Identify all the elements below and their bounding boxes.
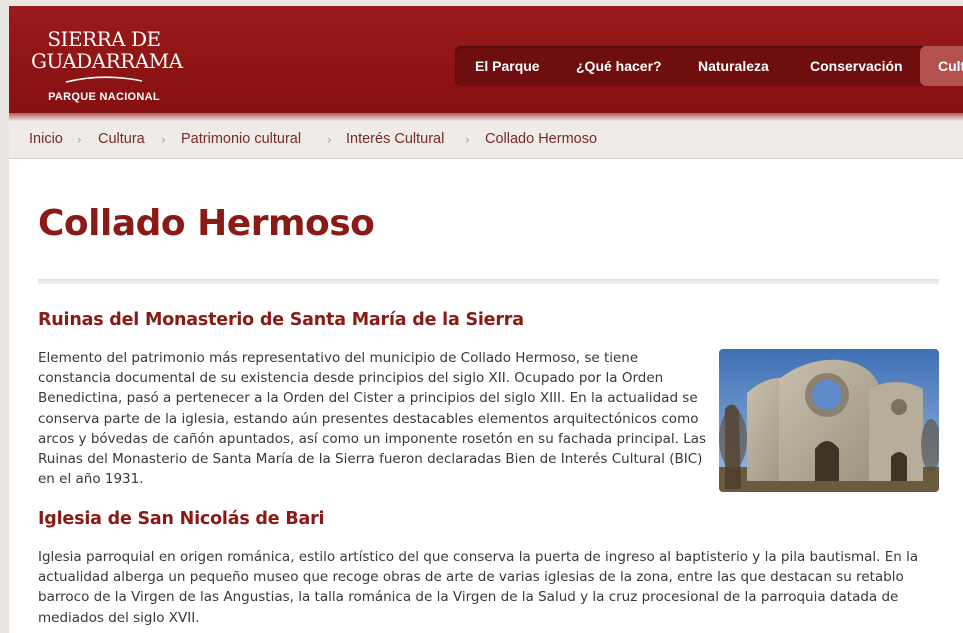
chevron-right-icon: › <box>77 133 82 147</box>
chevron-right-icon: › <box>465 133 470 147</box>
logo-line-1: SIERRA DE <box>47 27 161 51</box>
body-line: Benedictina, pasó a pertenecer a la Orde… <box>38 390 698 407</box>
monastery-ruins-photo[interactable] <box>719 349 939 492</box>
chevron-right-icon: › <box>161 133 166 147</box>
section-heading-monasterio: Ruinas del Monasterio de Santa María de … <box>38 310 524 330</box>
nav-naturaleza[interactable]: Naturaleza <box>698 46 769 86</box>
title-divider <box>38 279 939 284</box>
body-line: Ruinas del Monasterio de Santa María de … <box>38 451 703 468</box>
breadcrumb-patrimonio-cultural[interactable]: Patrimonio cultural <box>181 121 301 157</box>
breadcrumb-cultura[interactable]: Cultura <box>98 121 145 157</box>
body-line: arcos y bóvedas de cañón apuntados, así … <box>38 430 707 447</box>
body-line: constancia documental de su existencia d… <box>38 370 664 387</box>
body-line: actualidad alberga un pequeño museo que … <box>38 569 904 586</box>
main-nav: El Parque ¿Qué hacer? Naturaleza Conserv… <box>455 46 963 86</box>
body-line: barroco de la Virgen de las Angustias, l… <box>38 589 899 606</box>
breadcrumb: Inicio › Cultura › Patrimonio cultural ›… <box>9 121 963 159</box>
section-body-monasterio: Elemento del patrimonio más representati… <box>38 348 718 489</box>
body-line: mediados del siglo XVII. <box>38 609 200 626</box>
nav-cultura[interactable]: Cultura <box>920 46 963 86</box>
nav-el-parque[interactable]: El Parque <box>475 46 540 86</box>
monastery-ruins-image <box>719 349 939 492</box>
section-heading-iglesia: Iglesia de San Nicolás de Bari <box>38 509 325 529</box>
body-line: Elemento del patrimonio más representati… <box>38 350 639 366</box>
page-title: Collado Hermoso <box>38 203 375 244</box>
park-logo[interactable]: SIERRA DE GUADARRAMA PARQUE NACIONAL <box>31 27 183 103</box>
logo-swoosh-icon <box>65 76 143 83</box>
logo-line-2: GUADARRAMA <box>31 49 183 73</box>
nav-que-hacer[interactable]: ¿Qué hacer? <box>576 46 662 86</box>
breadcrumb-interes-cultural[interactable]: Interés Cultural <box>346 121 444 157</box>
logo-subtitle: PARQUE NACIONAL <box>48 91 160 103</box>
header-shadow <box>9 113 963 121</box>
body-line: conserva parte de la iglesia, estando aú… <box>38 410 699 427</box>
breadcrumb-inicio[interactable]: Inicio <box>29 121 63 157</box>
site-header: SIERRA DE GUADARRAMA PARQUE NACIONAL El … <box>9 6 963 113</box>
body-line: Iglesia parroquial en origen románica, e… <box>38 549 919 565</box>
body-line: en el año 1931. <box>38 471 144 488</box>
nav-conservacion[interactable]: Conservación <box>810 46 903 86</box>
breadcrumb-current: Collado Hermoso <box>485 131 598 147</box>
main-content: Collado Hermoso Ruinas del Monasterio de… <box>9 159 963 633</box>
section-body-iglesia: Iglesia parroquial en origen románica, e… <box>38 547 943 628</box>
chevron-right-icon: › <box>327 133 332 147</box>
